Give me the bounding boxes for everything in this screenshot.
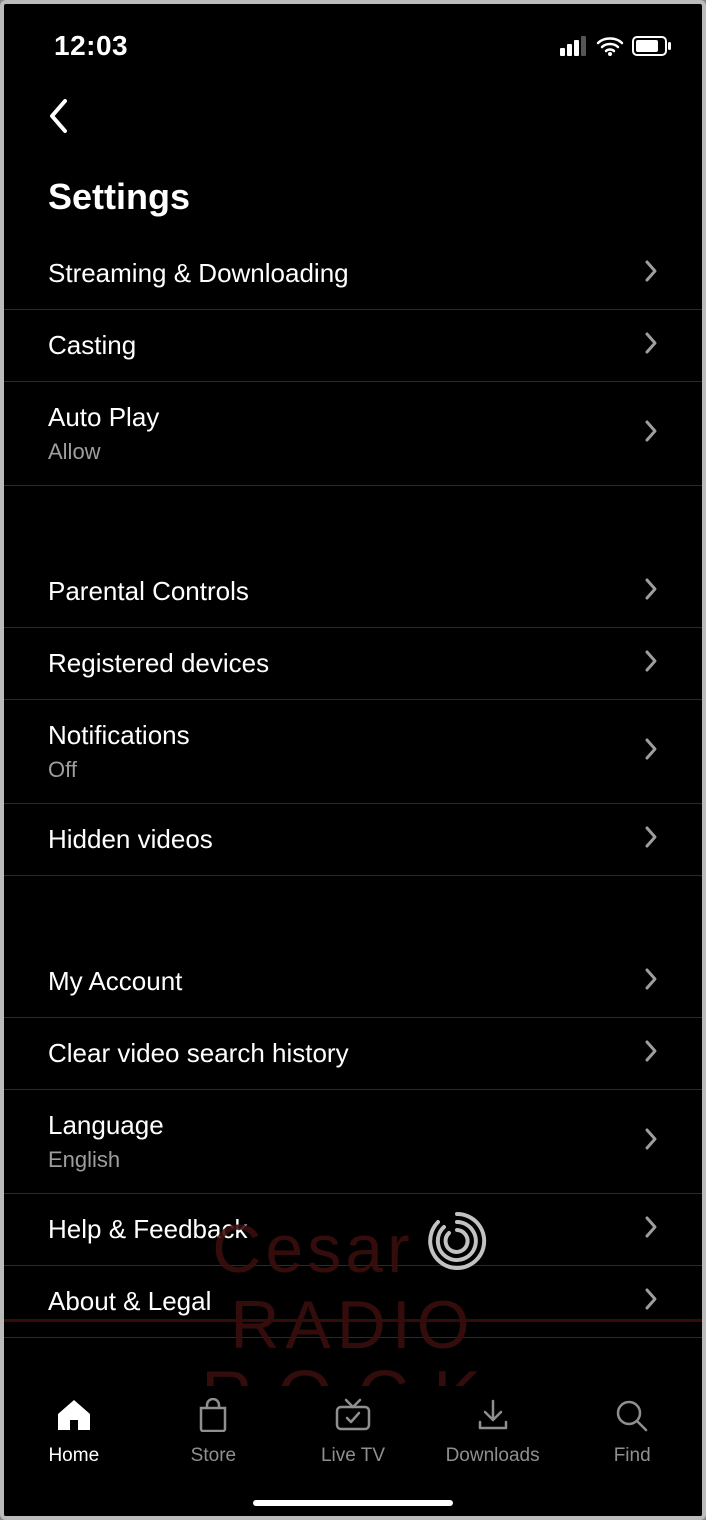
chevron-right-icon	[644, 1127, 658, 1156]
download-icon	[475, 1398, 511, 1437]
status-indicators	[560, 36, 672, 56]
tv-icon	[334, 1398, 372, 1437]
battery-icon	[632, 36, 672, 56]
chevron-right-icon	[644, 577, 658, 606]
nav-label: Downloads	[446, 1445, 540, 1467]
row-auto-play[interactable]: Auto Play Allow	[4, 382, 702, 486]
row-sublabel: Allow	[48, 439, 159, 465]
chevron-right-icon	[644, 1287, 658, 1316]
row-label: Hidden videos	[48, 824, 213, 855]
row-label: Streaming & Downloading	[48, 258, 349, 289]
row-hidden-videos[interactable]: Hidden videos	[4, 804, 702, 876]
nav-home[interactable]: Home	[14, 1398, 134, 1467]
row-label: About & Legal	[48, 1286, 211, 1317]
home-indicator[interactable]	[253, 1500, 453, 1506]
settings-section-playback: Streaming & Downloading Casting Auto Pla…	[4, 238, 702, 486]
chevron-left-icon	[47, 98, 69, 139]
wifi-icon	[596, 36, 624, 56]
row-notifications[interactable]: Notifications Off	[4, 700, 702, 804]
home-icon	[56, 1398, 92, 1437]
settings-section-account-controls: Parental Controls Registered devices Not…	[4, 556, 702, 876]
chevron-right-icon	[644, 737, 658, 766]
row-label: My Account	[48, 966, 182, 997]
cellular-icon	[560, 36, 588, 56]
row-label: Casting	[48, 330, 136, 361]
chevron-right-icon	[644, 1039, 658, 1068]
nav-downloads[interactable]: Downloads	[433, 1398, 553, 1467]
back-button[interactable]	[40, 100, 76, 136]
row-language[interactable]: Language English	[4, 1090, 702, 1194]
row-about-legal[interactable]: About & Legal	[4, 1266, 702, 1338]
bag-icon	[195, 1398, 231, 1437]
nav-store[interactable]: Store	[153, 1398, 273, 1467]
row-streaming-downloading[interactable]: Streaming & Downloading	[4, 238, 702, 310]
row-label: Registered devices	[48, 648, 269, 679]
chevron-right-icon	[644, 967, 658, 996]
row-casting[interactable]: Casting	[4, 310, 702, 382]
row-sublabel: English	[48, 1147, 164, 1173]
status-bar: 12:03	[4, 16, 702, 76]
nav-find[interactable]: Find	[572, 1398, 692, 1467]
search-icon	[614, 1398, 650, 1437]
row-label: Parental Controls	[48, 576, 249, 607]
row-help-feedback[interactable]: Help & Feedback	[4, 1194, 702, 1266]
app-screen: 12:03 Settings Cesar	[0, 0, 706, 1520]
row-label: Help & Feedback	[48, 1214, 247, 1245]
chevron-right-icon	[644, 825, 658, 854]
nav-label: Store	[191, 1445, 236, 1467]
chevron-right-icon	[644, 419, 658, 448]
chevron-right-icon	[644, 259, 658, 288]
settings-section-general: My Account Clear video search history La…	[4, 946, 702, 1338]
nav-label: Home	[48, 1445, 99, 1467]
row-label: Auto Play	[48, 402, 159, 433]
chevron-right-icon	[644, 649, 658, 678]
chevron-right-icon	[644, 331, 658, 360]
row-my-account[interactable]: My Account	[4, 946, 702, 1018]
row-label: Notifications	[48, 720, 190, 751]
row-sublabel: Off	[48, 757, 190, 783]
nav-label: Live TV	[321, 1445, 385, 1467]
row-registered-devices[interactable]: Registered devices	[4, 628, 702, 700]
status-time: 12:03	[54, 30, 128, 62]
chevron-right-icon	[644, 1215, 658, 1244]
header-row	[4, 76, 702, 146]
row-clear-search-history[interactable]: Clear video search history	[4, 1018, 702, 1090]
row-label: Language	[48, 1110, 164, 1141]
nav-live-tv[interactable]: Live TV	[293, 1398, 413, 1467]
nav-label: Find	[614, 1445, 651, 1467]
row-parental-controls[interactable]: Parental Controls	[4, 556, 702, 628]
bottom-nav: Home Store Live TV Downloads Find	[4, 1386, 702, 1516]
page-title: Settings	[4, 146, 702, 238]
row-label: Clear video search history	[48, 1038, 349, 1069]
